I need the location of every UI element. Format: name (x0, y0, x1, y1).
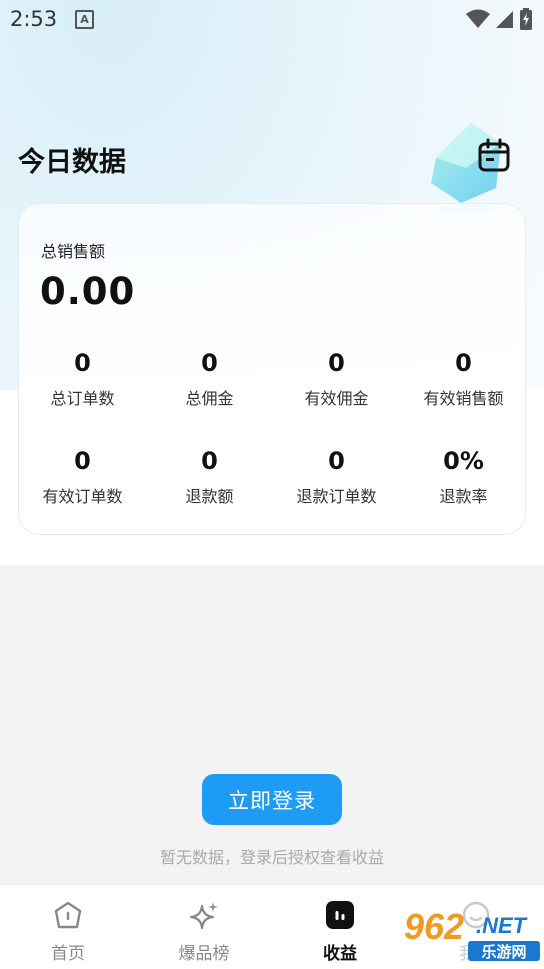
tab-earnings[interactable]: 收益 (272, 885, 408, 969)
login-hint: 暂无数据，登录后授权查看收益 (159, 848, 384, 867)
tab-hot-list[interactable]: 爆品榜 (136, 885, 272, 969)
stat-label: 总订单数 (50, 389, 115, 408)
stat-value: 0 (74, 447, 91, 475)
svg-text:962: 962 (404, 906, 464, 947)
page-title: 今日数据 (18, 147, 126, 178)
status-bar: 2:53 A (0, 0, 544, 40)
stat-refund-amount: 0 退款额 (146, 446, 273, 507)
stat-label: 有效订单数 (42, 487, 123, 506)
tab-label: 收益 (323, 944, 357, 964)
svg-text:乐游网: 乐游网 (481, 943, 526, 961)
calendar-icon[interactable] (476, 138, 512, 174)
stat-value: 0% (443, 447, 484, 475)
stat-value: 0 (328, 447, 345, 475)
status-time: 2:53 (10, 7, 58, 31)
stat-value: 0 (455, 349, 472, 377)
signal-icon (496, 11, 513, 28)
home-icon (54, 901, 82, 929)
stat-refund-orders: 0 退款订单数 (273, 446, 400, 507)
stat-value: 0 (201, 447, 218, 475)
stat-label: 退款订单数 (296, 487, 377, 506)
tab-label: 首页 (51, 944, 85, 964)
wifi-icon (466, 9, 490, 28)
stat-label: 有效销售额 (423, 389, 504, 408)
notification-badge-icon: A (75, 10, 94, 29)
login-button[interactable]: 立即登录 (202, 774, 342, 825)
watermark-logo: 962 .NET 乐游网 (400, 899, 542, 966)
sparkle-icon (189, 902, 218, 930)
stat-valid-orders: 0 有效订单数 (19, 446, 146, 507)
stat-total-commission: 0 总佣金 (146, 348, 273, 409)
total-sales-label: 总销售额 (41, 242, 106, 261)
stat-valid-commission: 0 有效佣金 (273, 348, 400, 409)
stat-value: 0 (74, 349, 91, 377)
stat-value: 0 (328, 349, 345, 377)
data-summary-card: 总销售额 0.00 0 总订单数 0 总佣金 0 有效佣金 0 有效销售额 0 … (18, 203, 526, 535)
stat-label: 退款额 (185, 487, 234, 506)
stat-valid-sales: 0 有效销售额 (400, 348, 527, 409)
tab-home[interactable]: 首页 (0, 885, 136, 969)
battery-icon (520, 8, 532, 30)
stat-label: 退款率 (439, 487, 488, 506)
stat-label: 有效佣金 (304, 389, 369, 408)
tab-label: 爆品榜 (178, 944, 230, 964)
stat-value: 0 (201, 349, 218, 377)
stat-refund-rate: 0% 退款率 (400, 446, 527, 507)
stat-label: 总佣金 (185, 389, 234, 408)
stat-total-orders: 0 总订单数 (19, 348, 146, 409)
status-icons (466, 8, 532, 30)
svg-text:.NET: .NET (476, 913, 528, 938)
earnings-icon (326, 901, 354, 929)
total-sales-value: 0.00 (40, 270, 136, 313)
